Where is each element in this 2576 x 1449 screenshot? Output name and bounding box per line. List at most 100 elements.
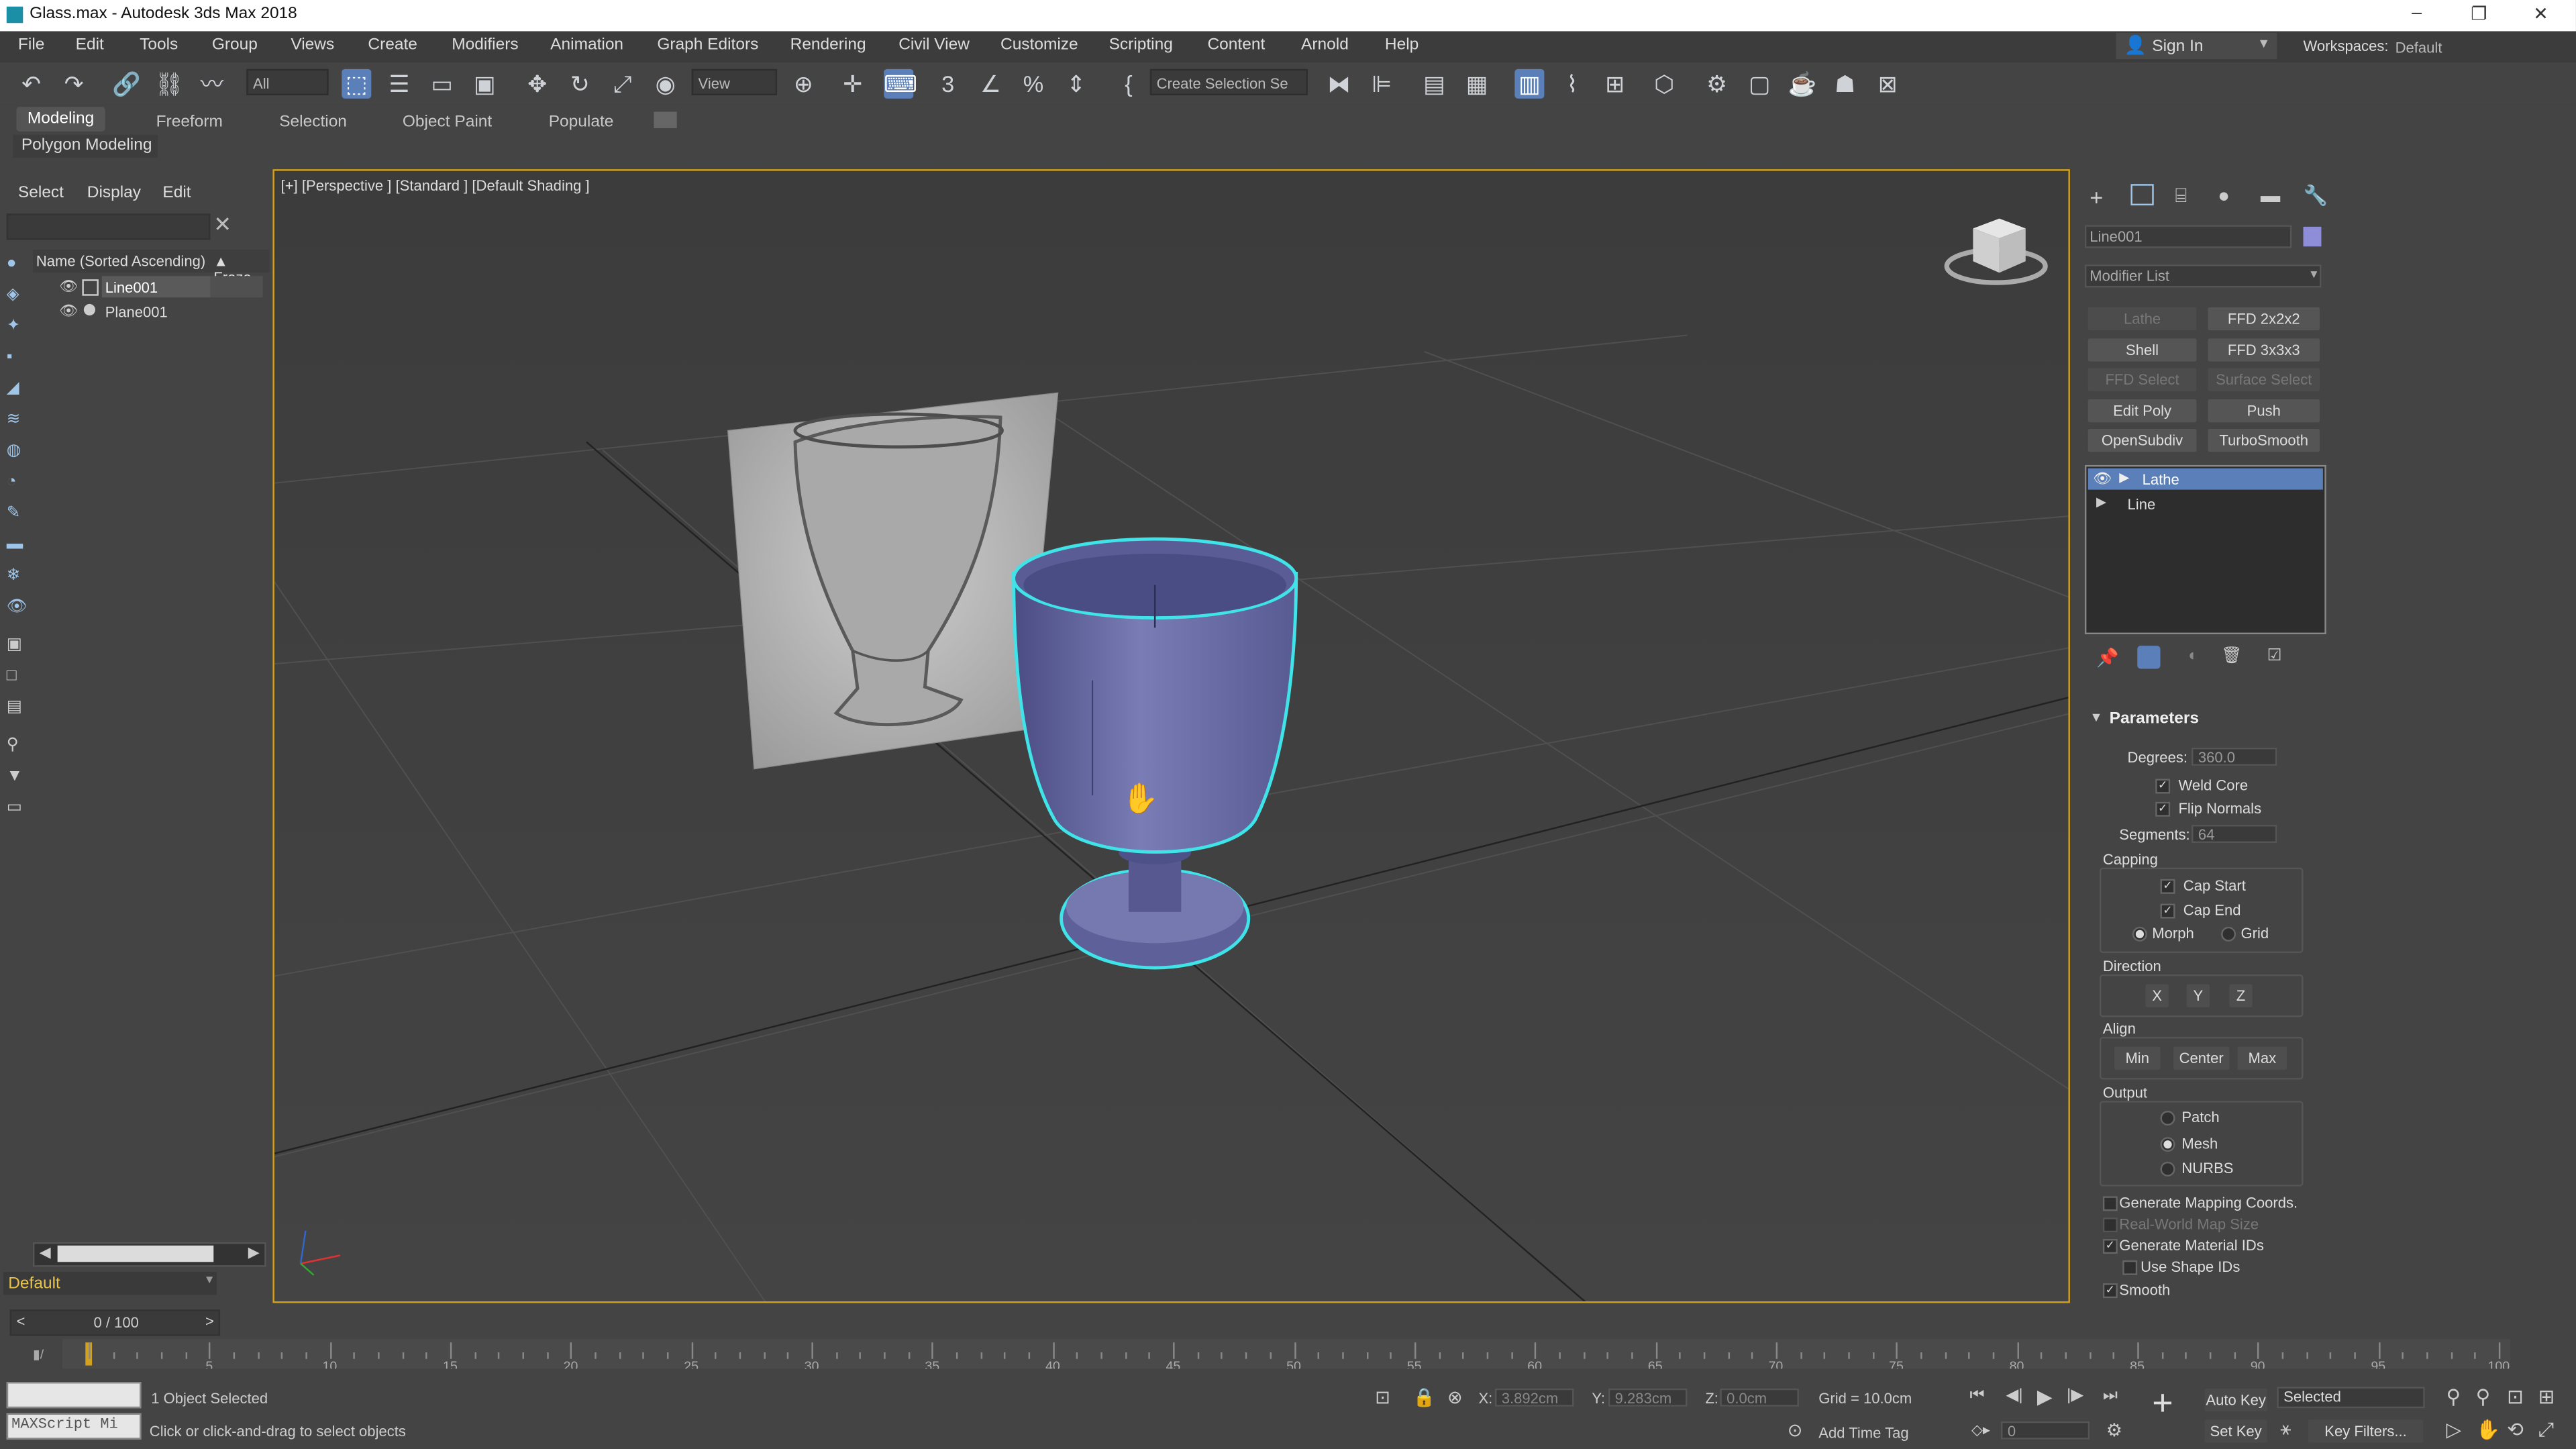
patch-radio[interactable] bbox=[2160, 1111, 2175, 1126]
explorer-tab-select[interactable]: Select bbox=[18, 184, 64, 202]
set-key-big-icon[interactable]: + bbox=[2152, 1382, 2173, 1425]
modifier-list-dropdown[interactable]: Modifier List ▼ bbox=[2084, 264, 2322, 288]
curve-editor-icon[interactable]: ⌇ bbox=[1557, 69, 1587, 99]
zoom-all-icon[interactable]: ⚲ bbox=[2476, 1385, 2491, 1408]
percent-snap-icon[interactable]: % bbox=[1019, 69, 1048, 99]
time-next-icon[interactable]: > bbox=[205, 1313, 214, 1329]
display-spacewarps-icon[interactable]: ≋ bbox=[7, 411, 23, 429]
key-filters-button[interactable]: Key Filters... bbox=[2308, 1419, 2424, 1443]
rendered-frame-window-icon[interactable]: ▢ bbox=[1745, 69, 1774, 99]
polygon-modeling-panel[interactable]: Polygon Modeling bbox=[13, 134, 158, 158]
material-editor-icon[interactable]: ⬡ bbox=[1649, 69, 1679, 99]
utilities-tab-icon[interactable]: 🔧 bbox=[2304, 184, 2328, 207]
keyboard-shortcut-override-icon[interactable]: ⌨ bbox=[884, 68, 917, 99]
y-coord-field[interactable]: 9.283cm bbox=[1608, 1388, 1688, 1407]
display-cameras-icon[interactable]: ▪ bbox=[7, 349, 23, 366]
pan-icon[interactable]: ✋ bbox=[2476, 1418, 2501, 1441]
stack-item-lathe[interactable]: 👁 ▶ Lathe bbox=[2088, 468, 2323, 490]
move-icon[interactable]: ✥ bbox=[523, 69, 552, 99]
invert-display-icon[interactable]: ▤ bbox=[7, 699, 23, 716]
create-tab-icon[interactable]: + bbox=[2090, 184, 2103, 210]
display-tab-icon[interactable]: ▬ bbox=[2261, 184, 2280, 207]
tree-row-line001[interactable]: 👁 Line001 bbox=[33, 276, 270, 299]
explorer-tab-display[interactable]: Display bbox=[87, 184, 141, 202]
select-manipulate-icon[interactable]: ✛ bbox=[838, 69, 868, 99]
menu-customize[interactable]: Customize bbox=[1000, 36, 1078, 54]
orbit-icon[interactable]: ⟲ bbox=[2507, 1418, 2524, 1441]
mirror-icon[interactable]: ⧓ bbox=[1324, 69, 1353, 99]
menu-content[interactable]: Content bbox=[1208, 36, 1266, 54]
push-button[interactable]: Push bbox=[2208, 399, 2320, 423]
key-filters-icon[interactable]: ⚹ bbox=[2280, 1419, 2291, 1441]
visibility-eye-icon[interactable]: 👁 bbox=[59, 302, 78, 320]
object-color-swatch[interactable] bbox=[2303, 226, 2322, 247]
render-in-cloud-icon[interactable]: ⊠ bbox=[1873, 69, 1902, 99]
menu-create[interactable]: Create bbox=[368, 36, 417, 54]
absolute-mode-icon[interactable]: ⊗ bbox=[1447, 1387, 1463, 1408]
edit-poly-button[interactable]: Edit Poly bbox=[2088, 399, 2197, 423]
next-frame-icon[interactable]: |▶ bbox=[2067, 1387, 2083, 1405]
selection-lock-icon[interactable]: 🔒 bbox=[1413, 1387, 1436, 1408]
key-mode-icon[interactable]: ◇▸ bbox=[1971, 1421, 1990, 1440]
real-world-checkbox[interactable] bbox=[2102, 1217, 2118, 1233]
make-unique-icon[interactable]: ◐ bbox=[2188, 648, 2198, 666]
explorer-column-header[interactable]: Name (Sorted Ascending) ▲ Froze bbox=[32, 250, 270, 286]
menu-modifiers[interactable]: Modifiers bbox=[452, 36, 518, 54]
tab-selection[interactable]: Selection bbox=[279, 113, 347, 132]
generate-material-ids-checkbox[interactable]: ✓ bbox=[2102, 1239, 2118, 1254]
ribbon-options-icon[interactable] bbox=[654, 111, 677, 128]
display-geometry-icon[interactable]: ● bbox=[7, 256, 23, 272]
angle-snap-icon[interactable]: ∠ bbox=[976, 69, 1005, 99]
undo-icon[interactable]: ↶ bbox=[16, 69, 46, 99]
x-coord-field[interactable]: 3.892cm bbox=[1494, 1388, 1574, 1407]
tab-object-paint[interactable]: Object Paint bbox=[403, 113, 492, 132]
find-icon[interactable]: ⚲ bbox=[7, 737, 23, 754]
menu-rendering[interactable]: Rendering bbox=[790, 36, 866, 54]
smooth-checkbox[interactable]: ✓ bbox=[2102, 1283, 2118, 1299]
schematic-view-icon[interactable]: ⊞ bbox=[1600, 69, 1630, 99]
pivot-center-icon[interactable]: ⊕ bbox=[788, 69, 818, 99]
menu-help[interactable]: Help bbox=[1385, 36, 1419, 54]
remove-modifier-icon[interactable]: 🗑 bbox=[2221, 648, 2242, 666]
tab-modeling[interactable]: Modeling bbox=[16, 107, 105, 132]
align-max-button[interactable]: Max bbox=[2237, 1046, 2287, 1070]
weld-core-checkbox[interactable]: ✓ bbox=[2155, 779, 2171, 794]
named-selection-dropdown[interactable]: Create Selection Se bbox=[1149, 68, 1308, 96]
mesh-radio[interactable] bbox=[2160, 1137, 2175, 1152]
opensubdiv-button[interactable]: OpenSubdiv bbox=[2088, 429, 2197, 452]
flip-normals-checkbox[interactable]: ✓ bbox=[2155, 801, 2171, 817]
scroll-right-icon[interactable]: ▶ bbox=[248, 1244, 260, 1262]
rotate-icon[interactable]: ↻ bbox=[565, 69, 595, 99]
window-crossing-icon[interactable]: ▣ bbox=[470, 69, 499, 99]
zoom-icon[interactable]: ⚲ bbox=[2446, 1385, 2461, 1408]
show-end-result-icon[interactable] bbox=[2137, 646, 2161, 669]
display-groups-icon[interactable]: ◍ bbox=[7, 443, 23, 460]
menu-views[interactable]: Views bbox=[291, 36, 334, 54]
select-by-name-icon[interactable]: ☰ bbox=[384, 69, 414, 99]
menu-animation[interactable]: Animation bbox=[550, 36, 623, 54]
render-iterative-icon[interactable]: ☗ bbox=[1830, 69, 1859, 99]
ffd-select-button[interactable]: FFD Select bbox=[2088, 368, 2197, 391]
layer-dropdown[interactable]: Default ▼ bbox=[3, 1271, 217, 1295]
auto-key-button[interactable]: Auto Key bbox=[2204, 1388, 2267, 1412]
menu-group[interactable]: Group bbox=[212, 36, 258, 54]
maxscript-mini-listener[interactable]: MAXScript Mi bbox=[6, 1413, 142, 1440]
tab-freeform[interactable]: Freeform bbox=[156, 113, 223, 132]
reference-coordinate-dropdown[interactable]: View bbox=[691, 68, 778, 96]
restore-button[interactable]: ❐ bbox=[2471, 3, 2487, 25]
viewport-label-menu[interactable]: [+] [Perspective ] [Standard ] [Default … bbox=[281, 177, 590, 193]
placement-icon[interactable]: ◉ bbox=[651, 69, 680, 99]
z-coord-field[interactable]: 0.0cm bbox=[1720, 1388, 1799, 1407]
layer-explorer-icon[interactable]: ▤ bbox=[1419, 69, 1449, 99]
selection-filter-dropdown[interactable]: All bbox=[246, 68, 329, 96]
display-bones-icon[interactable]: ✎ bbox=[7, 505, 23, 522]
workspace-dropdown[interactable]: Default bbox=[2390, 34, 2568, 61]
scene-explorer-icon[interactable]: ▥ bbox=[1514, 68, 1545, 99]
morph-radio[interactable] bbox=[2132, 926, 2147, 942]
display-lights-icon[interactable]: ✦ bbox=[7, 318, 23, 335]
generate-mapping-checkbox[interactable] bbox=[2102, 1196, 2118, 1211]
ffd-2x2x2-button[interactable]: FFD 2x2x2 bbox=[2208, 307, 2320, 331]
set-key-button[interactable]: Set Key bbox=[2204, 1419, 2267, 1443]
previous-frame-icon[interactable]: ◀| bbox=[2006, 1387, 2022, 1405]
explorer-options-icon[interactable]: ▭ bbox=[7, 799, 23, 816]
